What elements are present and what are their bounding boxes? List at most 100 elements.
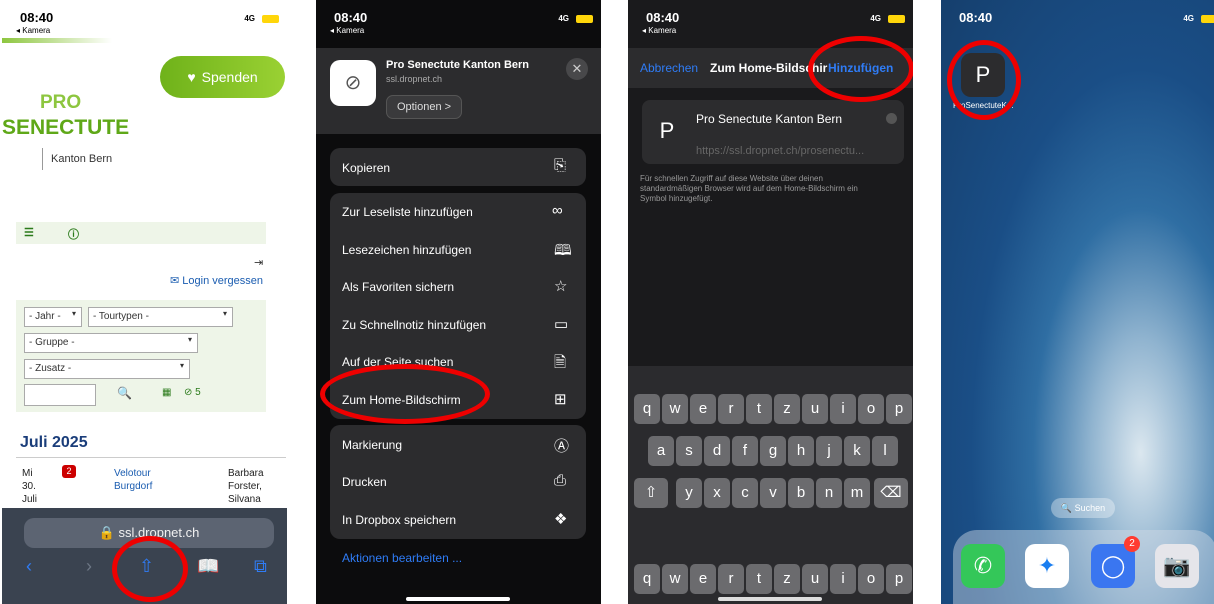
menu-print[interactable]: Drucken — [342, 475, 387, 489]
logout-icon[interactable]: ⇥ — [254, 256, 263, 269]
key-a[interactable]: a — [648, 436, 674, 466]
key-l[interactable]: l — [872, 436, 898, 466]
menu-copy[interactable]: Kopieren — [342, 161, 390, 175]
key-z[interactable]: z — [774, 394, 800, 424]
safari-page-screen: 08:40 ◂ Kamera 4G ♥ Spenden PRO SENECTUTE… — [2, 0, 287, 604]
highlight-ring — [947, 40, 1021, 120]
event-badge: 2 — [62, 465, 76, 478]
app-icon-preview: P — [646, 110, 688, 152]
name-field[interactable]: Pro Senectute Kanton Bern — [696, 112, 842, 126]
key-y[interactable]: y — [676, 478, 702, 508]
key-u[interactable]: u — [802, 564, 828, 594]
extra-select[interactable]: - Zusatz - ▾ — [24, 359, 190, 379]
key-h[interactable]: h — [788, 436, 814, 466]
info-icon[interactable]: ⓘ — [68, 226, 79, 242]
key-f[interactable]: f — [732, 436, 758, 466]
key-m[interactable]: m — [844, 478, 870, 508]
key-u[interactable]: u — [802, 394, 828, 424]
url-field: https://ssl.dropnet.ch/prosenectu... — [696, 145, 865, 157]
key-t[interactable]: t — [746, 394, 772, 424]
key-p[interactable]: p — [886, 394, 912, 424]
key-e[interactable]: e — [690, 564, 716, 594]
key-z[interactable]: z — [774, 564, 800, 594]
key-o[interactable]: o — [858, 564, 884, 594]
key-q[interactable]: q — [634, 564, 660, 594]
search-pill[interactable]: 🔍 Suchen — [1051, 498, 1115, 518]
status-time: 08:40 — [959, 10, 993, 25]
edit-actions-link[interactable]: Aktionen bearbeiten ... — [342, 551, 462, 565]
login-forgot-link[interactable]: ✉ Login vergessen — [170, 274, 263, 287]
menu-reading-list[interactable]: Zur Leseliste hinzufügen — [342, 205, 473, 219]
highlight-ring — [112, 536, 188, 602]
signal-badge: 2 — [1124, 536, 1140, 552]
menu-bookmark[interactable]: Lesezeichen hinzufügen — [342, 243, 471, 257]
phone-icon[interactable]: ✆ — [961, 544, 1005, 588]
key-g[interactable]: g — [760, 436, 786, 466]
tourtype-select[interactable]: - Tourtypen - ▾ — [88, 307, 233, 327]
tabs-icon[interactable]: ⧉ — [254, 556, 267, 577]
back-to-camera[interactable]: ◂ Kamera — [642, 26, 676, 35]
event-title-link[interactable]: Velotour Burgdorf — [114, 467, 152, 493]
logo-pro: PRO — [40, 92, 82, 113]
share-sheet-screen: 08:40 ◂ Kamera 4G ⊘ Pro Senectute Kanton… — [316, 0, 601, 604]
site-url: ssl.dropnet.ch — [386, 74, 443, 84]
key-c[interactable]: c — [732, 478, 758, 508]
logo-senectute: SENECTUTE — [2, 116, 130, 139]
close-icon[interactable]: ✕ — [566, 58, 588, 80]
bookmarks-icon[interactable]: 📖 — [197, 556, 219, 577]
key-j[interactable]: j — [816, 436, 842, 466]
key-o[interactable]: o — [858, 394, 884, 424]
menu-favorites[interactable]: Als Favoriten sichern — [342, 280, 454, 294]
key-e[interactable]: e — [690, 394, 716, 424]
network-label: 4G — [1183, 14, 1194, 23]
key-b[interactable]: b — [788, 478, 814, 508]
options-button[interactable]: Optionen > — [386, 95, 462, 119]
list-icon[interactable]: ☰ — [24, 226, 34, 239]
donate-button[interactable]: ♥ Spenden — [160, 56, 285, 98]
highlight-ring — [320, 364, 490, 424]
status-time: 08:40 — [20, 10, 54, 25]
key-w[interactable]: w — [662, 564, 688, 594]
year-select[interactable]: - Jahr - ▾ — [24, 307, 82, 327]
key-v[interactable]: v — [760, 478, 786, 508]
menu-dropbox[interactable]: In Dropbox speichern — [342, 513, 456, 527]
search-input[interactable] — [24, 384, 96, 406]
key-w[interactable]: w — [662, 394, 688, 424]
network-label: 4G — [244, 14, 255, 23]
back-arrow-icon[interactable]: ‹ — [26, 556, 32, 577]
key-p[interactable]: p — [886, 564, 912, 594]
clear-icon[interactable] — [886, 113, 897, 124]
group-select[interactable]: - Gruppe - ▾ — [24, 333, 198, 353]
key-q[interactable]: q — [634, 394, 660, 424]
shift-key[interactable]: ⇧ — [634, 478, 668, 508]
safari-icon[interactable]: ✦ — [1025, 544, 1069, 588]
network-label: 4G — [558, 14, 569, 23]
camera-icon[interactable]: 📷 — [1155, 544, 1199, 588]
key-i[interactable]: i — [830, 564, 856, 594]
search-icon[interactable]: 🔍 — [117, 386, 132, 400]
back-to-camera[interactable]: ◂ Kamera — [16, 26, 50, 35]
key-x[interactable]: x — [704, 478, 730, 508]
key-d[interactable]: d — [704, 436, 730, 466]
markup-icon: Ⓐ — [554, 438, 570, 455]
plus-square-icon: ⊞ — [554, 391, 567, 408]
key-i[interactable]: i — [830, 394, 856, 424]
key-r[interactable]: r — [718, 564, 744, 594]
key-k[interactable]: k — [844, 436, 870, 466]
key-t[interactable]: t — [746, 564, 772, 594]
backspace-key[interactable]: ⌫ — [874, 478, 908, 508]
menu-quick-note[interactable]: Zu Schnellnotiz hinzufügen — [342, 318, 486, 332]
back-to-camera[interactable]: ◂ Kamera — [330, 26, 364, 35]
copy-icon: ⎘ — [554, 157, 567, 174]
print-icon: ⎙ — [554, 472, 567, 489]
divider — [16, 457, 286, 458]
view-toolbar: ☰ ⓘ — [16, 222, 266, 244]
menu-markup[interactable]: Markierung — [342, 438, 402, 452]
key-r[interactable]: r — [718, 394, 744, 424]
key-n[interactable]: n — [816, 478, 842, 508]
grid-icon[interactable]: ▦ — [162, 387, 171, 398]
cancel-button[interactable]: Abbrechen — [640, 61, 698, 75]
note-icon: ▭ — [554, 316, 569, 333]
key-s[interactable]: s — [676, 436, 702, 466]
forward-arrow-icon[interactable]: › — [86, 556, 92, 577]
